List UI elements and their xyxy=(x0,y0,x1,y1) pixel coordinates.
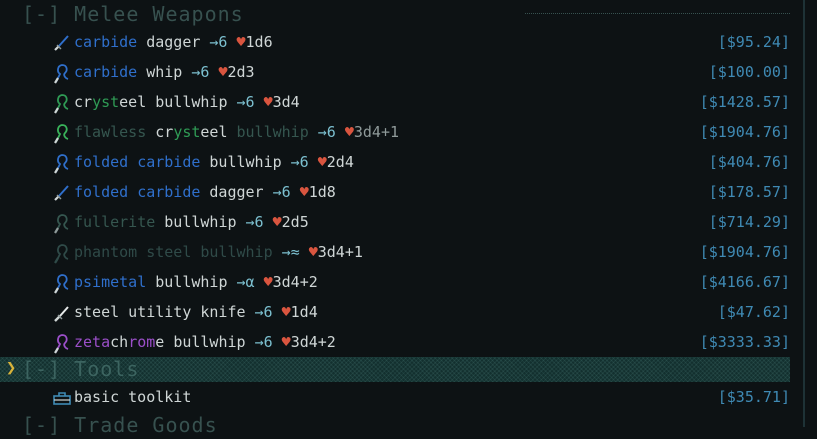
heart-icon: ♥ xyxy=(308,243,318,261)
heart-icon: ♥ xyxy=(272,213,282,231)
list-item[interactable]: phantom steel bullwhip →≈ ♥3d4+1 [$1904.76] xyxy=(0,239,790,267)
item-name: steel utility knife →6 ♥1d4 xyxy=(74,303,318,321)
category-melee-weapons[interactable]: [-] Melee Weapons xyxy=(0,0,790,28)
whip-icon xyxy=(54,244,69,264)
list-item[interactable]: basic toolkit [$35.71] xyxy=(0,384,790,412)
heart-icon: ♥ xyxy=(299,183,309,201)
heart-icon: ♥ xyxy=(281,333,291,351)
category-trade-goods[interactable]: [-] Trade Goods xyxy=(0,411,790,439)
whip-icon xyxy=(54,64,69,84)
item-price: [$4166.67] xyxy=(699,273,790,291)
dagger-icon xyxy=(54,35,69,51)
whip-icon xyxy=(54,214,69,234)
item-name: folded carbide bullwhip →6 ♥2d4 xyxy=(74,153,354,171)
item-price: [$35.71] xyxy=(717,388,790,406)
list-item[interactable]: fullerite bullwhip →6 ♥2d5 [$714.29] xyxy=(0,209,790,237)
whip-icon xyxy=(54,334,69,354)
item-price: [$178.57] xyxy=(708,183,790,201)
whip-icon xyxy=(54,274,69,294)
item-price: [$404.76] xyxy=(708,153,790,171)
item-price: [$3333.33] xyxy=(699,333,790,351)
item-price: [$1904.76] xyxy=(699,243,790,261)
whip-icon xyxy=(54,124,69,144)
item-price: [$1428.57] xyxy=(699,93,790,111)
list-item[interactable]: folded carbide dagger →6 ♥1d8 [$178.57] xyxy=(0,179,790,207)
heart-icon: ♥ xyxy=(263,93,273,111)
whip-icon xyxy=(54,154,69,174)
item-name: fullerite bullwhip →6 ♥2d5 xyxy=(74,213,309,231)
item-price: [$100.00] xyxy=(708,63,790,81)
heart-icon: ♥ xyxy=(317,153,327,171)
list-item[interactable]: folded carbide bullwhip →6 ♥2d4 [$404.76] xyxy=(0,149,790,177)
list-item[interactable]: psimetal bullwhip →α ♥3d4+2 [$4166.67] xyxy=(0,269,790,297)
item-name: carbide whip →6 ♥2d3 xyxy=(74,63,255,81)
item-name: crysteel bullwhip →6 ♥3d4 xyxy=(74,93,300,111)
item-price: [$714.29] xyxy=(708,213,790,231)
list-item[interactable]: steel utility knife →6 ♥1d4 [$47.62] xyxy=(0,299,790,327)
heart-icon: ♥ xyxy=(263,273,273,291)
list-item[interactable]: zetachrome bullwhip →6 ♥3d4+2 [$3333.33] xyxy=(0,329,790,357)
item-price: [$95.24] xyxy=(717,33,790,51)
item-name: basic toolkit xyxy=(74,388,192,406)
item-name: carbide dagger →6 ♥1d6 xyxy=(74,33,273,51)
knife-icon xyxy=(54,306,69,322)
selection-cursor: ❯ xyxy=(6,358,17,378)
heart-icon: ♥ xyxy=(344,123,354,141)
item-price: [$47.62] xyxy=(717,303,790,321)
list-item[interactable]: flawless crysteel bullwhip →6 ♥3d4+1 [$1904… xyxy=(0,119,790,147)
item-name: phantom steel bullwhip →≈ ♥3d4+1 xyxy=(74,243,363,261)
item-name: zetachrome bullwhip →6 ♥3d4+2 xyxy=(74,333,336,351)
heart-icon: ♥ xyxy=(236,33,246,51)
toolkit-icon xyxy=(53,392,71,405)
divider xyxy=(525,13,790,15)
whip-icon xyxy=(54,94,69,114)
item-name: folded carbide dagger →6 ♥1d8 xyxy=(74,183,336,201)
list-item[interactable]: crysteel bullwhip →6 ♥3d4 [$1428.57] xyxy=(0,89,790,117)
category-tools[interactable]: ❯ [-] Tools xyxy=(0,357,790,382)
list-item[interactable]: carbide whip →6 ♥2d3 [$100.00] xyxy=(0,59,790,87)
item-name: psimetal bullwhip →α ♥3d4+2 xyxy=(74,273,318,291)
category-title: [-] Melee Weapons xyxy=(22,2,244,26)
item-name: flawless crysteel bullwhip →6 ♥3d4+1 xyxy=(74,123,400,141)
heart-icon: ♥ xyxy=(281,303,291,321)
dagger-icon xyxy=(54,185,69,201)
item-price: [$1904.76] xyxy=(699,123,790,141)
list-item[interactable]: carbide dagger →6 ♥1d6 [$95.24] xyxy=(0,29,790,57)
category-title: [-] Trade Goods xyxy=(22,413,218,437)
category-title: [-] Tools xyxy=(22,357,140,381)
scrollbar[interactable] xyxy=(803,0,805,427)
